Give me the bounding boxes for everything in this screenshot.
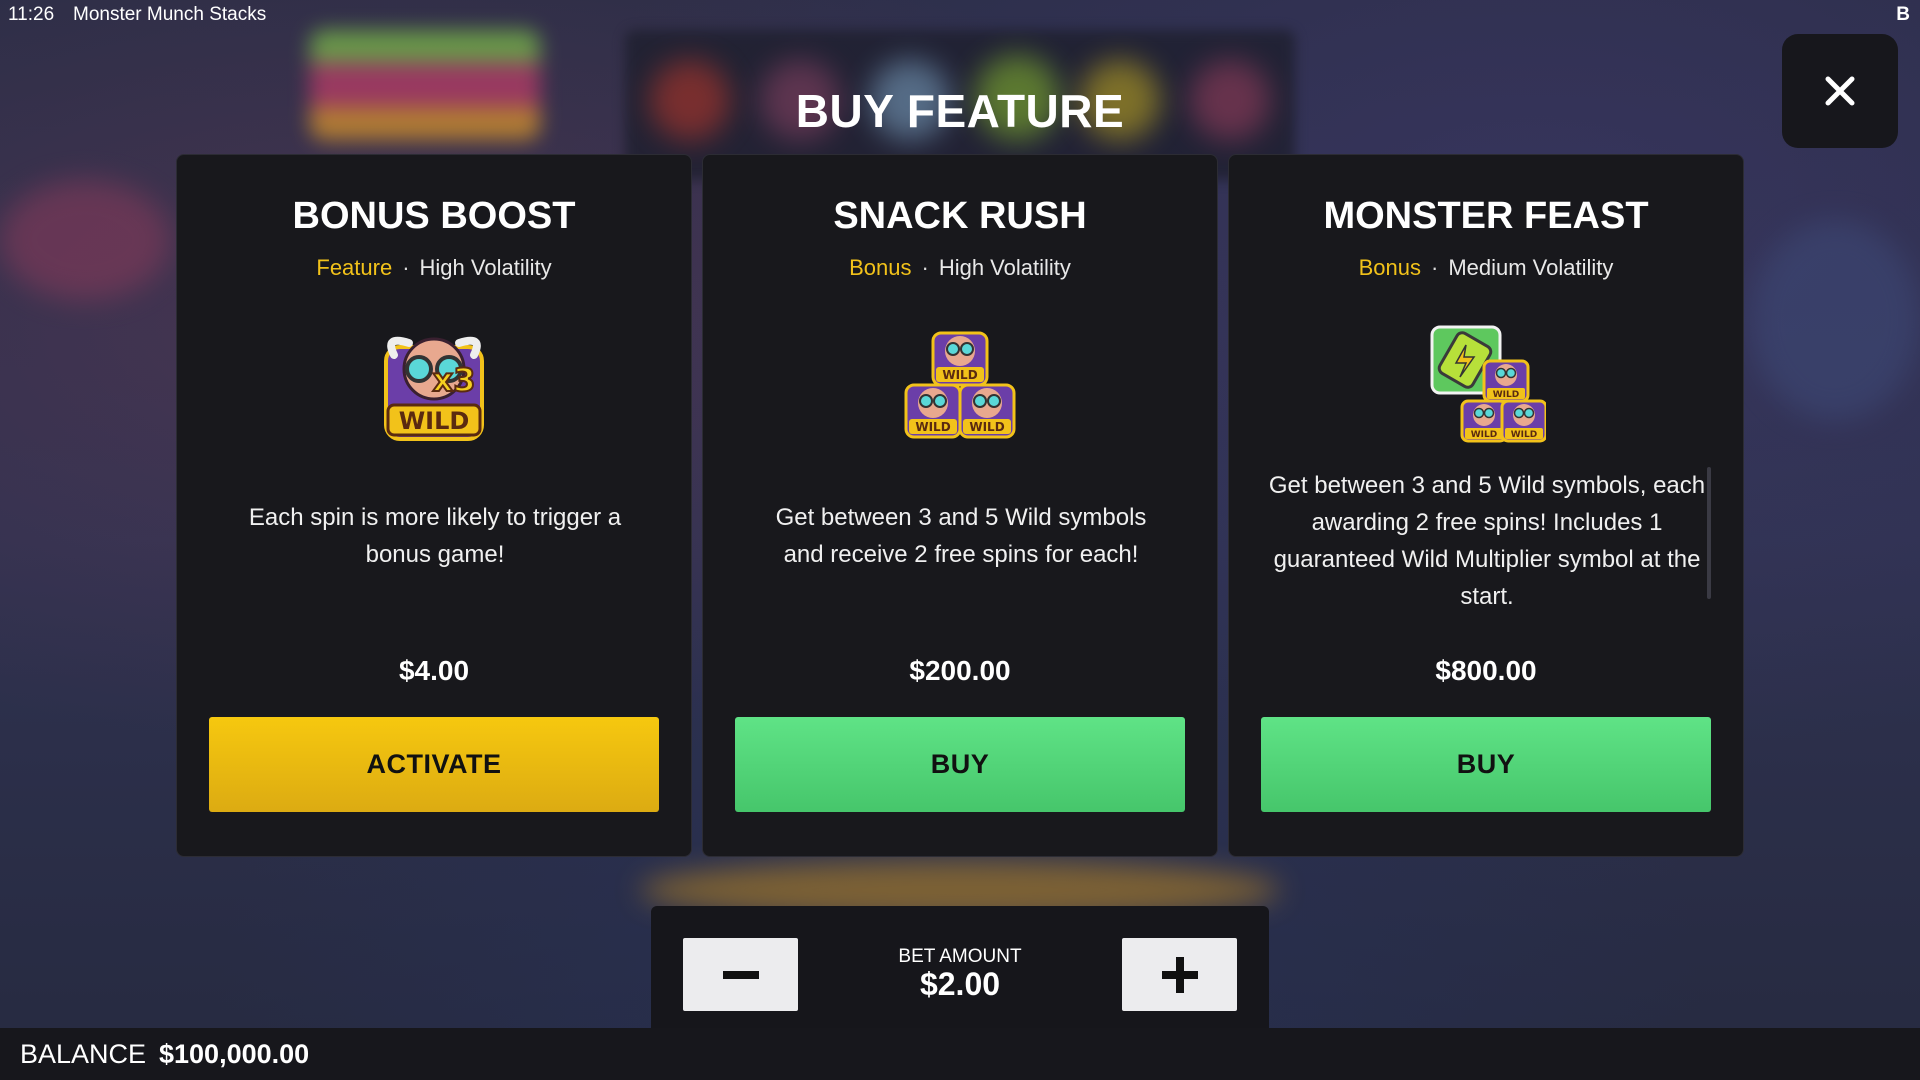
feature-card-bonus-boost: BONUS BOOST Feature · High Volatility x3 W… <box>176 154 692 857</box>
card-kind: Feature <box>316 255 393 280</box>
card-title: BONUS BOOST <box>292 195 576 237</box>
card-price: $4.00 <box>398 655 470 686</box>
card-title: MONSTER FEAST <box>1323 195 1649 237</box>
card-description: Get between 3 and 5 Wild symbols, each a… <box>1268 472 1706 610</box>
dialog-title: BUY FEATURE <box>795 85 1125 137</box>
battery-and-wild-monsters-icon: WILD WILD WILD <box>1229 325 1743 445</box>
balance-value: $100,000.00 <box>159 1039 310 1069</box>
card-subtitle: Feature · High Volatility <box>177 255 691 281</box>
svg-text:WILD: WILD <box>969 420 1004 434</box>
card-subtitle: Bonus · High Volatility <box>703 255 1217 281</box>
plus-icon <box>1161 956 1198 993</box>
feature-card-snack-rush: SNACK RUSH Bonus · High Volatility WILD <box>702 154 1218 857</box>
svg-text:WILD: WILD <box>1493 390 1519 400</box>
card-kind: Bonus <box>849 255 912 280</box>
x3-wild-monster-icon: x3 WILD <box>177 325 691 445</box>
separator-dot: · <box>921 255 929 280</box>
card-kind: Bonus <box>1358 255 1421 280</box>
card-price: $200.00 <box>909 655 1011 686</box>
blurred-decoration <box>1750 220 1920 420</box>
balance-bar: BALANCE $100,000.00 <box>0 1028 1920 1080</box>
balance-label: BALANCE <box>20 1039 147 1069</box>
activate-button[interactable]: ACTIVATE <box>209 717 659 812</box>
buy-button[interactable]: BUY <box>735 717 1185 812</box>
svg-text:x3: x3 <box>433 361 476 399</box>
svg-text:WILD: WILD <box>915 420 950 434</box>
bet-amount-panel: BET AMOUNT $2.00 <box>651 906 1269 1044</box>
wild-monster-top: WILD <box>931 331 989 387</box>
svg-text:WILD: WILD <box>1471 430 1497 440</box>
card-price: $800.00 <box>1435 655 1537 686</box>
clock: 11:26 <box>8 4 55 25</box>
wild-monster-right: WILD <box>958 383 1016 439</box>
description-scrollbar[interactable] <box>1707 467 1711 599</box>
card-volatility: High Volatility <box>419 255 552 280</box>
wild-monster-small: WILD <box>1482 359 1530 403</box>
svg-text:WILD: WILD <box>399 407 470 435</box>
buy-button[interactable]: BUY <box>1261 717 1711 812</box>
svg-text:WILD: WILD <box>942 368 977 382</box>
svg-text:WILD: WILD <box>1511 430 1537 440</box>
game-title: Monster Munch Stacks <box>73 4 267 25</box>
card-description: Each spin is more likely to trigger a bo… <box>248 504 622 568</box>
separator-dot: · <box>402 255 410 280</box>
separator-dot: · <box>1430 255 1439 280</box>
card-volatility: High Volatility <box>938 255 1071 280</box>
three-wild-monsters-icon: WILD WILD WILD <box>703 325 1217 445</box>
blurred-decoration <box>0 180 170 300</box>
wild-monster-small: WILD <box>1460 399 1508 443</box>
increase-bet-button[interactable] <box>1122 938 1237 1011</box>
card-volatility: Medium Volatility <box>1448 255 1614 280</box>
status-bar: 11:26 Monster Munch Stacks B <box>0 0 1920 30</box>
corner-indicator: B <box>1896 4 1910 25</box>
card-subtitle: Bonus · Medium Volatility <box>1229 255 1743 281</box>
feature-card-monster-feast: MONSTER FEAST Bonus · Medium Volatility WI… <box>1228 154 1744 857</box>
wild-monster-small: WILD <box>1500 399 1546 443</box>
card-description: Get between 3 and 5 Wild symbols and rec… <box>775 504 1147 568</box>
feature-cards: BONUS BOOST Feature · High Volatility x3 W… <box>176 154 1744 859</box>
wild-monster-left: WILD <box>904 383 962 439</box>
card-title: SNACK RUSH <box>833 195 1087 237</box>
